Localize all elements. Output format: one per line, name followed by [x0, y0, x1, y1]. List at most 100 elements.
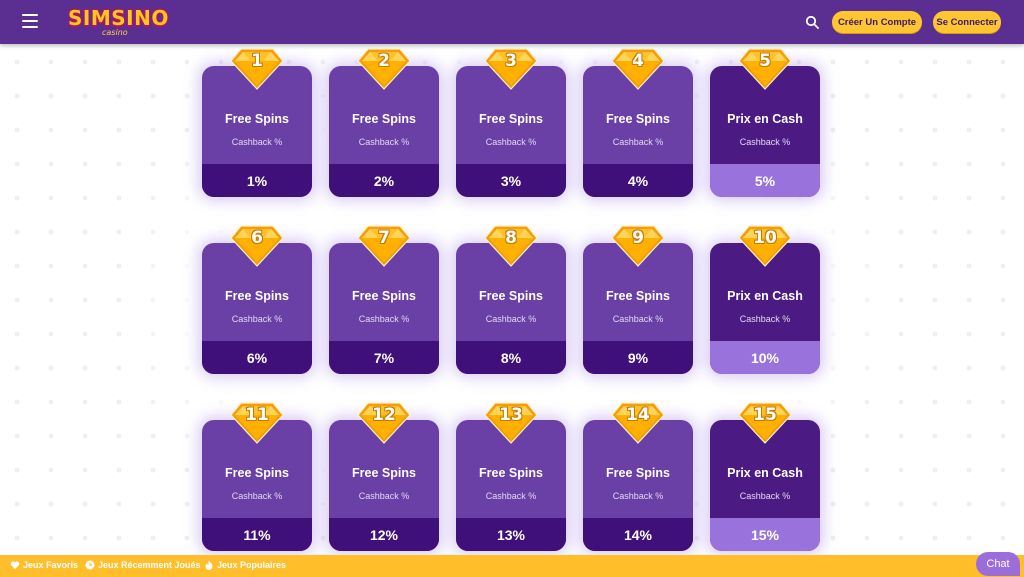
chat-button[interactable]: Chat	[976, 552, 1020, 576]
diamond-badge-icon: 13	[483, 401, 539, 445]
level-number: 11	[245, 405, 269, 425]
level-title: Free Spins	[606, 466, 670, 480]
logo-text: SIMSINO	[68, 6, 169, 30]
level-card[interactable]: Prix en Cash Cashback % 5% 5	[710, 48, 820, 197]
level-card[interactable]: Free Spins Cashback % 13% 13	[456, 402, 566, 551]
level-card[interactable]: Prix en Cash Cashback % 15% 15	[710, 402, 820, 551]
level-percentage: 10%	[710, 341, 820, 374]
diamond-badge-icon: 6	[229, 224, 285, 268]
level-subtitle: Cashback %	[231, 137, 283, 147]
level-card[interactable]: Free Spins Cashback % 2% 2	[329, 48, 439, 197]
level-number: 4	[632, 51, 644, 71]
level-subtitle: Cashback %	[358, 491, 410, 501]
level-card[interactable]: Free Spins Cashback % 14% 14	[583, 402, 693, 551]
level-card[interactable]: Free Spins Cashback % 3% 3	[456, 48, 566, 197]
level-percentage: 12%	[329, 518, 439, 551]
level-subtitle: Cashback %	[485, 491, 537, 501]
level-card[interactable]: Free Spins Cashback % 7% 7	[329, 225, 439, 374]
level-card[interactable]: Free Spins Cashback % 12% 12	[329, 402, 439, 551]
level-percentage: 6%	[202, 341, 312, 374]
login-button[interactable]: Se Connecter	[933, 11, 1001, 33]
diamond-badge-icon: 2	[356, 47, 412, 91]
diamond-badge-icon: 5	[737, 47, 793, 91]
level-percentage: 15%	[710, 518, 820, 551]
level-percentage: 14%	[583, 518, 693, 551]
level-title: Free Spins	[606, 289, 670, 303]
level-card[interactable]: Prix en Cash Cashback % 10% 10	[710, 225, 820, 374]
diamond-badge-icon: 10	[737, 224, 793, 268]
level-subtitle: Cashback %	[485, 137, 537, 147]
logo-subtext: casino	[102, 28, 128, 37]
diamond-badge-icon: 14	[610, 401, 666, 445]
level-percentage: 3%	[456, 164, 566, 197]
site-logo[interactable]: SIMSINO casino	[68, 6, 168, 38]
level-percentage: 4%	[583, 164, 693, 197]
level-number: 12	[372, 405, 396, 425]
search-icon[interactable]	[805, 15, 819, 29]
level-title: Free Spins	[606, 112, 670, 126]
level-card[interactable]: Free Spins Cashback % 1% 1	[202, 48, 312, 197]
level-subtitle: Cashback %	[739, 137, 791, 147]
level-number: 3	[505, 51, 517, 71]
diamond-badge-icon: 12	[356, 401, 412, 445]
level-title: Free Spins	[225, 112, 289, 126]
level-title: Free Spins	[352, 466, 416, 480]
footer-recent-label: Jeux Récemment Joués	[98, 560, 201, 570]
level-subtitle: Cashback %	[739, 314, 791, 324]
diamond-badge-icon: 11	[229, 401, 285, 445]
register-button[interactable]: Créer Un Compte	[832, 11, 922, 33]
footer-favorites-label: Jeux Favoris	[23, 560, 79, 570]
diamond-badge-icon: 3	[483, 47, 539, 91]
level-number: 1	[251, 51, 263, 71]
level-subtitle: Cashback %	[358, 137, 410, 147]
level-title: Free Spins	[225, 289, 289, 303]
footer-favorites[interactable]: Jeux Favoris	[10, 560, 78, 570]
level-percentage: 7%	[329, 341, 439, 374]
level-subtitle: Cashback %	[231, 314, 283, 324]
level-percentage: 11%	[202, 518, 312, 551]
heart-icon	[10, 561, 20, 569]
level-percentage: 8%	[456, 341, 566, 374]
level-title: Prix en Cash	[727, 466, 803, 480]
level-subtitle: Cashback %	[358, 314, 410, 324]
footer-recent[interactable]: Jeux Récemment Joués	[85, 560, 201, 570]
level-subtitle: Cashback %	[231, 491, 283, 501]
level-subtitle: Cashback %	[739, 491, 791, 501]
level-subtitle: Cashback %	[612, 137, 664, 147]
diamond-badge-icon: 8	[483, 224, 539, 268]
level-title: Free Spins	[352, 289, 416, 303]
level-number: 6	[251, 228, 263, 248]
level-card[interactable]: Free Spins Cashback % 8% 8	[456, 225, 566, 374]
level-number: 15	[753, 405, 777, 425]
hamburger-menu-icon[interactable]	[22, 14, 38, 28]
level-card[interactable]: Free Spins Cashback % 6% 6	[202, 225, 312, 374]
level-percentage: 13%	[456, 518, 566, 551]
level-number: 7	[378, 228, 390, 248]
level-number: 2	[378, 51, 390, 71]
level-number: 5	[759, 51, 771, 71]
fire-icon	[205, 560, 213, 570]
level-number: 14	[626, 405, 650, 425]
level-title: Prix en Cash	[727, 112, 803, 126]
footer-popular[interactable]: Jeux Populaires	[204, 560, 286, 570]
level-card[interactable]: Free Spins Cashback % 4% 4	[583, 48, 693, 197]
top-header: SIMSINO casino Créer Un Compte Se Connec…	[0, 0, 1024, 44]
level-card[interactable]: Free Spins Cashback % 9% 9	[583, 225, 693, 374]
level-percentage: 1%	[202, 164, 312, 197]
level-title: Free Spins	[225, 466, 289, 480]
level-title: Free Spins	[479, 112, 543, 126]
level-card[interactable]: Free Spins Cashback % 11% 11	[202, 402, 312, 551]
level-subtitle: Cashback %	[612, 491, 664, 501]
level-percentage: 2%	[329, 164, 439, 197]
level-title: Free Spins	[479, 466, 543, 480]
level-title: Free Spins	[352, 112, 416, 126]
level-title: Free Spins	[479, 289, 543, 303]
diamond-badge-icon: 9	[610, 224, 666, 268]
bottom-bar: Jeux Favoris Jeux Récemment Joués Jeux P…	[0, 555, 1024, 577]
clock-icon	[85, 560, 95, 570]
level-title: Prix en Cash	[727, 289, 803, 303]
footer-popular-label: Jeux Populaires	[217, 560, 287, 570]
level-percentage: 5%	[710, 164, 820, 197]
diamond-badge-icon: 1	[229, 47, 285, 91]
diamond-badge-icon: 7	[356, 224, 412, 268]
